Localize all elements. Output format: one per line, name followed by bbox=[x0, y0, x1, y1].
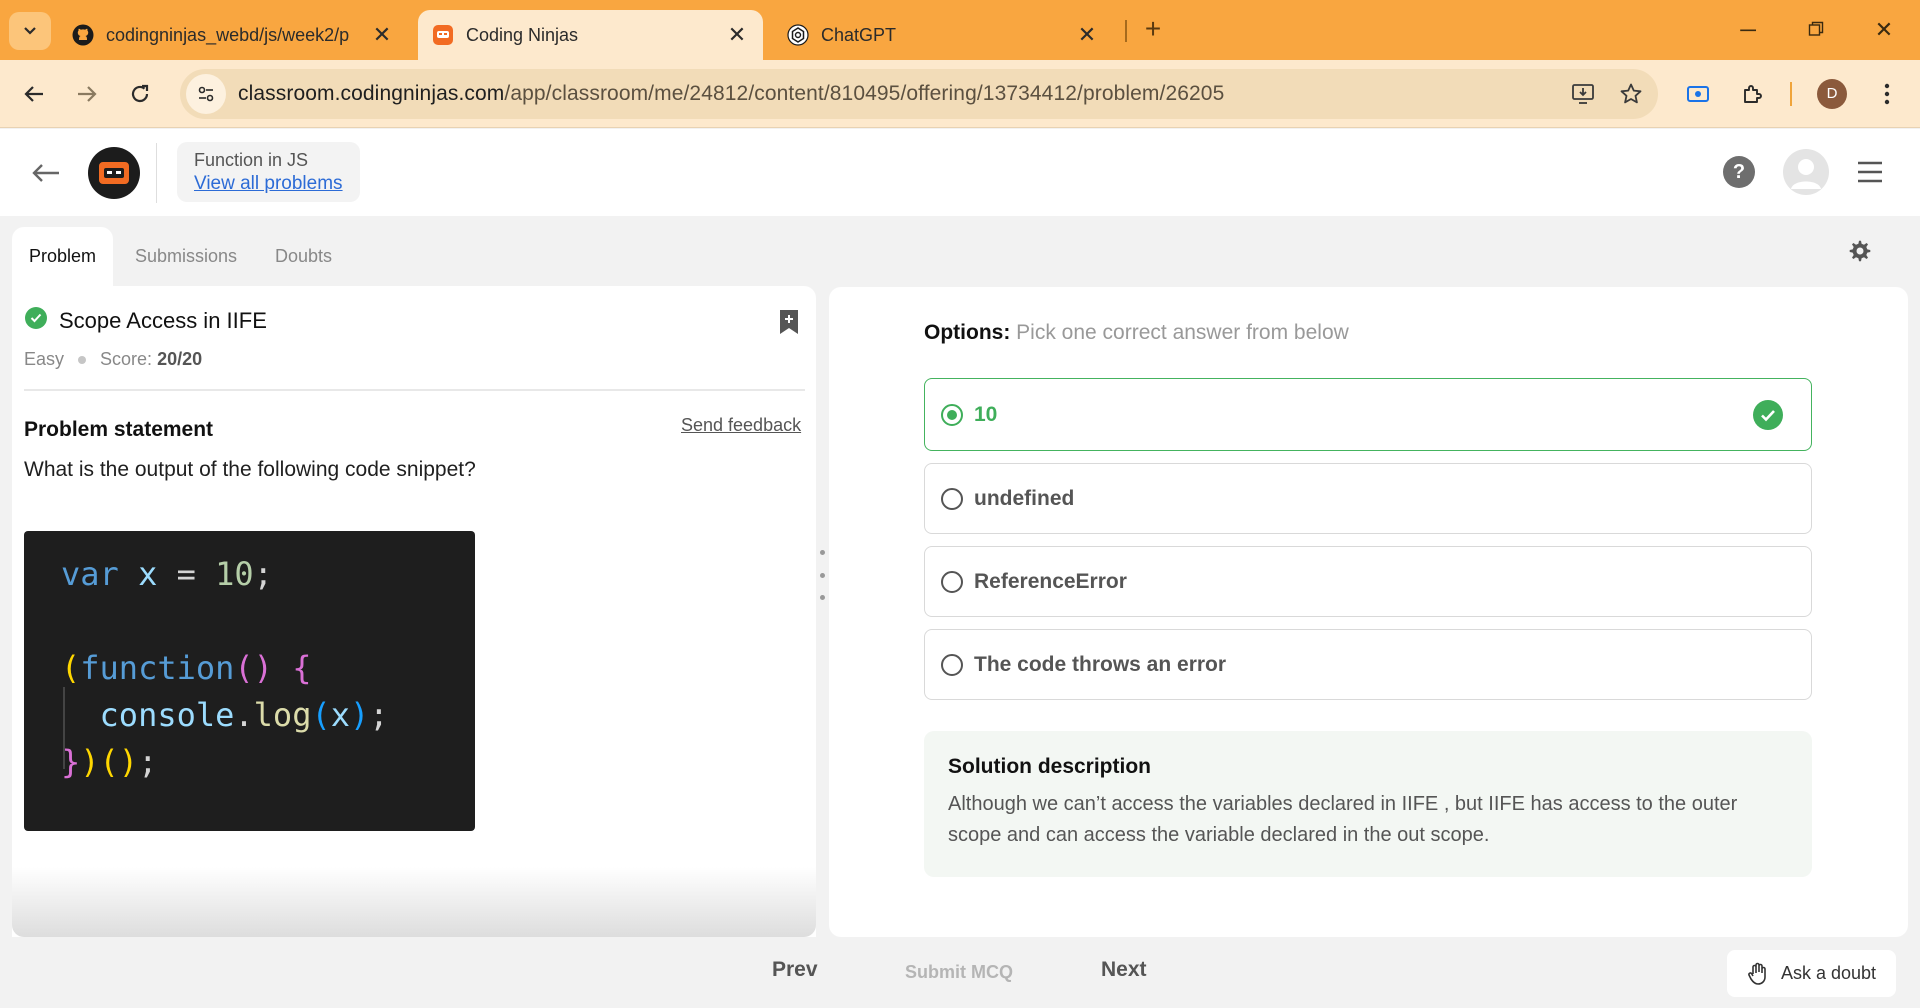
browser-tab-chatgpt[interactable]: ChatGPT ✕ bbox=[773, 10, 1113, 60]
coding-ninjas-logo[interactable] bbox=[88, 147, 140, 199]
option-label: 10 bbox=[974, 402, 998, 426]
tab-problem[interactable]: Problem bbox=[12, 227, 114, 286]
ask-doubt-button[interactable]: Ask a doubt bbox=[1727, 950, 1896, 997]
score-label: Score: bbox=[100, 349, 153, 369]
tab-title: codingninjas_webd/js/week2/p bbox=[106, 24, 350, 45]
tab-title: ChatGPT bbox=[821, 24, 897, 45]
option-3[interactable]: ReferenceError bbox=[924, 546, 1812, 617]
meta-dot bbox=[78, 355, 87, 364]
statement-heading: Problem statement bbox=[24, 418, 214, 441]
settings-gear-icon[interactable] bbox=[1846, 237, 1874, 265]
option-1[interactable]: 10 bbox=[924, 378, 1812, 451]
tab-close-icon[interactable]: ✕ bbox=[1075, 22, 1099, 48]
install-app-icon[interactable] bbox=[1563, 74, 1603, 114]
url-path: /app/classroom/me/24812/content/810495/o… bbox=[504, 82, 1225, 105]
view-all-problems-link[interactable]: View all problems bbox=[194, 173, 343, 195]
url-text: classroom.codingninjas.com/app/classroom… bbox=[238, 82, 1224, 106]
options-instruction: Pick one correct answer from below bbox=[1016, 321, 1349, 344]
panel-fade bbox=[12, 867, 816, 937]
github-icon bbox=[72, 24, 94, 46]
tab-close-icon[interactable]: ✕ bbox=[370, 22, 394, 48]
panel-resize-handle[interactable] bbox=[818, 550, 826, 600]
reload-icon[interactable] bbox=[120, 74, 160, 114]
solution-text: Although we can’t access the variables d… bbox=[948, 793, 1738, 846]
help-icon[interactable]: ? bbox=[1723, 156, 1755, 188]
tab-doubts[interactable]: Doubts bbox=[258, 227, 349, 286]
option-label: The code throws an error bbox=[974, 652, 1227, 676]
tab-title: Coding Ninjas bbox=[466, 24, 579, 45]
send-feedback-link[interactable]: Send feedback bbox=[681, 415, 801, 436]
tab-close-icon[interactable]: ✕ bbox=[725, 22, 749, 48]
forward-arrow-icon[interactable] bbox=[67, 74, 107, 114]
bookmark-star-icon[interactable] bbox=[1611, 74, 1651, 114]
window-close-icon[interactable]: ✕ bbox=[1864, 14, 1904, 46]
back-arrow-icon[interactable] bbox=[26, 153, 66, 193]
address-bar[interactable]: classroom.codingninjas.com/app/classroom… bbox=[180, 69, 1658, 119]
radio-selected-icon[interactable] bbox=[941, 403, 963, 426]
chevron-down-icon bbox=[24, 27, 36, 35]
difficulty-label: Easy bbox=[24, 349, 65, 369]
browser-tab-github[interactable]: codingninjas_webd/js/week2/p ✕ bbox=[58, 10, 408, 60]
option-2[interactable]: undefined bbox=[924, 463, 1812, 534]
options-panel: Options: Pick one correct answer from be… bbox=[829, 287, 1908, 937]
option-label: ReferenceError bbox=[974, 569, 1127, 593]
screen-capture-icon[interactable] bbox=[1678, 74, 1718, 114]
chatgpt-icon bbox=[787, 24, 809, 46]
radio-unselected-icon[interactable] bbox=[941, 653, 963, 676]
back-arrow-icon[interactable] bbox=[14, 74, 54, 114]
extensions-puzzle-icon[interactable] bbox=[1733, 74, 1773, 114]
options-label: Options: bbox=[924, 321, 1011, 344]
header-divider bbox=[156, 143, 157, 203]
url-host: classroom.codingninjas.com bbox=[238, 82, 505, 105]
bookmark-add-icon[interactable] bbox=[777, 308, 801, 336]
section-divider bbox=[24, 389, 805, 391]
user-avatar[interactable] bbox=[1783, 149, 1829, 195]
ask-doubt-label: Ask a doubt bbox=[1780, 963, 1877, 983]
hamburger-menu-icon[interactable] bbox=[1855, 157, 1885, 187]
site-info-icon[interactable] bbox=[186, 74, 226, 114]
hand-icon bbox=[1748, 962, 1766, 985]
option-4[interactable]: The code throws an error bbox=[924, 629, 1812, 700]
submit-mcq-button[interactable]: Submit MCQ bbox=[905, 962, 1013, 983]
correct-check-icon bbox=[1753, 400, 1783, 430]
solution-box: Solution description Although we can’t a… bbox=[924, 731, 1812, 877]
option-label: undefined bbox=[974, 486, 1075, 510]
options-heading: Options: Pick one correct answer from be… bbox=[924, 321, 1349, 345]
coding-ninjas-icon bbox=[432, 24, 454, 46]
new-tab-plus-icon[interactable]: + bbox=[1138, 14, 1168, 44]
tab-separator bbox=[1125, 20, 1127, 42]
toolbar-divider bbox=[1790, 82, 1792, 106]
question-text: What is the output of the following code… bbox=[24, 458, 476, 481]
restore-icon[interactable] bbox=[1796, 14, 1836, 46]
problem-panel: Scope Access in IIFE Easy Score: 20/20 P… bbox=[12, 286, 816, 937]
browser-tab-coding-ninjas[interactable]: Coding Ninjas ✕ bbox=[418, 10, 763, 60]
browser-tabstrip: codingninjas_webd/js/week2/p ✕ Coding Ni… bbox=[0, 0, 1920, 60]
prev-button[interactable]: Prev bbox=[772, 958, 818, 982]
browser-menu-icon[interactable] bbox=[1867, 74, 1907, 114]
code-snippet-image: var x = 10; (function() { console.log(x)… bbox=[24, 531, 475, 831]
solution-heading: Solution description bbox=[948, 755, 1151, 778]
profile-avatar[interactable]: D bbox=[1817, 79, 1847, 109]
problem-meta: Easy Score: 20/20 bbox=[24, 349, 202, 370]
app-header: Function in JS View all problems ? bbox=[0, 129, 1920, 216]
breadcrumb: Function in JS View all problems bbox=[177, 142, 360, 202]
score-value: 20/20 bbox=[157, 349, 203, 369]
radio-unselected-icon[interactable] bbox=[941, 570, 963, 593]
tab-submissions[interactable]: Submissions bbox=[118, 227, 254, 286]
radio-unselected-icon[interactable] bbox=[941, 487, 963, 510]
course-title: Function in JS bbox=[194, 150, 309, 170]
browser-toolbar: classroom.codingninjas.com/app/classroom… bbox=[0, 60, 1920, 128]
tab-search-button[interactable] bbox=[9, 12, 51, 50]
next-button[interactable]: Next bbox=[1101, 958, 1147, 982]
problem-title: Scope Access in IIFE bbox=[59, 308, 267, 333]
solved-check-icon bbox=[25, 307, 47, 329]
minimize-icon[interactable]: ─ bbox=[1728, 14, 1768, 46]
